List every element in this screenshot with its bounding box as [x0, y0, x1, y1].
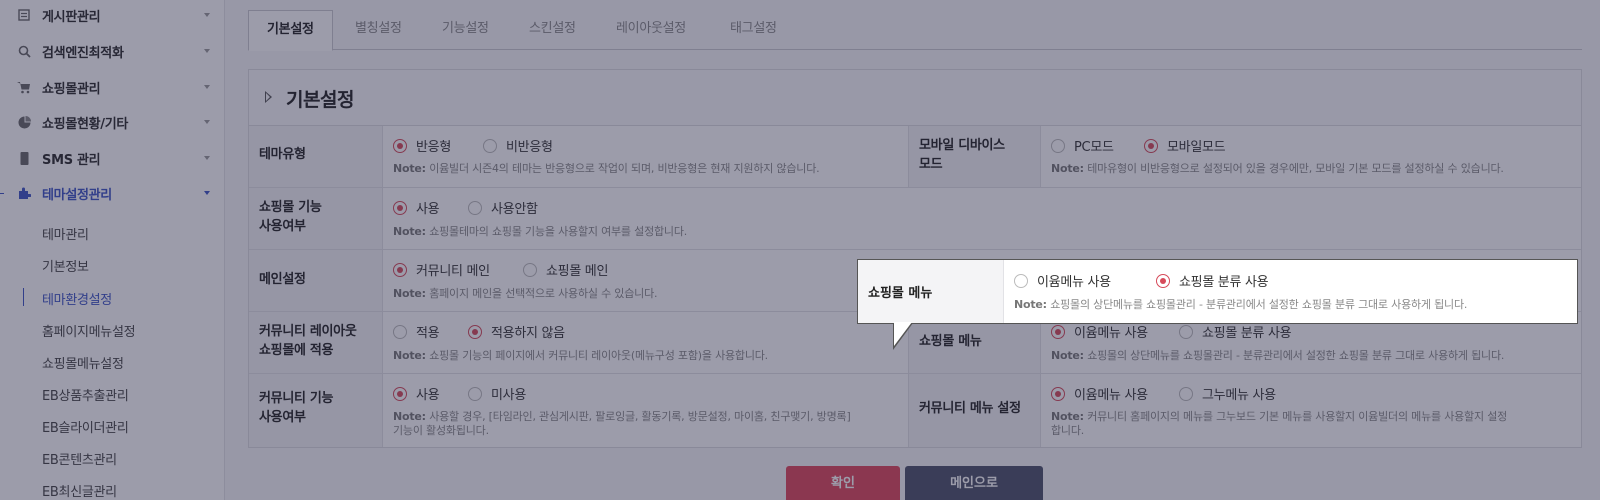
- tooltip-arrow-inner: [894, 322, 912, 346]
- dim-overlay: [0, 0, 1600, 500]
- tooltip-note: Note: 쇼핑몰의 상단메뉴를 쇼핑몰관리 - 분류관리에서 설정한 쇼핑몰 …: [1014, 298, 1468, 311]
- radio-unchecked[interactable]: [1014, 273, 1028, 288]
- radio-checked[interactable]: [1156, 273, 1170, 288]
- highlight-tooltip: 쇼핑몰 메뉴 이윰메뉴 사용 쇼핑몰 분류 사용 Note: 쇼핑몰의 상단메뉴…: [857, 259, 1578, 324]
- radio-label: 이윰메뉴 사용: [1037, 275, 1111, 290]
- radio-label: 쇼핑몰 분류 사용: [1179, 275, 1269, 290]
- radio-shop-category[interactable]: 쇼핑몰 분류 사용: [1156, 271, 1269, 290]
- radio-eyoom-menu[interactable]: 이윰메뉴 사용: [1014, 271, 1111, 290]
- tooltip-label: 쇼핑몰 메뉴: [868, 286, 933, 301]
- tooltip-label-cell: 쇼핑몰 메뉴: [858, 260, 1004, 323]
